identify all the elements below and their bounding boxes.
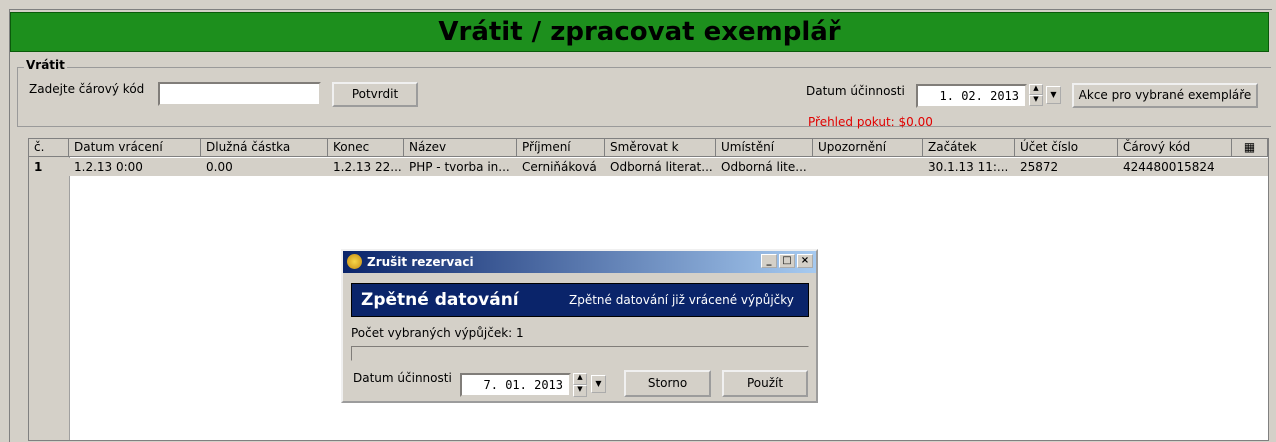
spin-up-icon[interactable]: ▲ (1029, 84, 1043, 95)
table-cell[interactable]: 30.1.13 11:... (923, 158, 1015, 176)
column-header-amount-due[interactable]: Dlužná částka (201, 139, 328, 157)
row-number-column (29, 139, 70, 440)
dialog-date-dropdown[interactable]: ▼ (591, 375, 606, 393)
column-header-number[interactable]: č. (29, 139, 69, 157)
column-header-notice[interactable]: Upozornění (813, 139, 923, 157)
column-header-route-to[interactable]: Směrovat k (605, 139, 716, 157)
dialog-date-input[interactable]: 7. 01. 2013 (460, 373, 571, 397)
column-header-account-number[interactable]: Účet číslo (1015, 139, 1118, 157)
table-cell[interactable]: 1.2.13 22... (328, 158, 404, 176)
table-cell[interactable]: 0.00 (201, 158, 328, 176)
effective-date-input[interactable]: 1. 02. 2013 (916, 84, 1027, 108)
table-cell[interactable]: 1.2.13 0:00 (69, 158, 201, 176)
table-cell[interactable] (813, 158, 923, 176)
effective-date-dropdown[interactable]: ▼ (1046, 86, 1061, 104)
banner-title: Zpětné datování (361, 290, 519, 310)
column-header-surname[interactable]: Příjmení (517, 139, 605, 157)
barcode-label: Zadejte čárový kód (29, 82, 145, 96)
effective-date-label: Datum účinnosti (806, 84, 905, 98)
table-cell[interactable]: Cerniňáková (517, 158, 605, 176)
column-chooser-icon[interactable]: ▦ (1232, 139, 1268, 157)
page-title: Vrátit / zpracovat exemplář (10, 12, 1269, 52)
spin-down-icon[interactable]: ▼ (1029, 95, 1043, 106)
barcode-input[interactable] (158, 82, 321, 106)
column-header-start[interactable]: Začátek (923, 139, 1015, 157)
dialog-banner: Zpětné datování Zpětné datování již vrác… (351, 283, 809, 317)
spin-down-icon[interactable]: ▼ (573, 385, 587, 397)
app-globe-icon (347, 254, 362, 269)
table-cell[interactable]: Odborná literat... (605, 158, 716, 176)
chevron-down-icon: ▼ (1050, 90, 1057, 99)
spin-up-icon[interactable]: ▲ (573, 373, 587, 385)
progress-bar (351, 346, 809, 361)
dialog-title-bar[interactable]: Zrušit rezervaci _ □ × (343, 251, 816, 273)
table-cell[interactable]: 424480015824 (1118, 158, 1268, 176)
cancel-button[interactable]: Storno (624, 370, 711, 397)
minimize-icon[interactable]: _ (761, 254, 777, 268)
apply-button[interactable]: Použít (722, 370, 808, 397)
cancel-reservation-dialog: Zrušit rezervaci _ □ × Zpětné datování Z… (341, 249, 818, 403)
column-header-end[interactable]: Konec (328, 139, 404, 157)
actions-button[interactable]: Akce pro vybrané exempláře (1072, 83, 1258, 108)
chevron-down-icon: ▼ (595, 379, 602, 388)
column-header-title[interactable]: Název (404, 139, 517, 157)
row-number: 1 (29, 158, 69, 176)
column-header-barcode[interactable]: Čárový kód (1118, 139, 1232, 157)
selected-count: Počet vybraných výpůjček: 1 (351, 326, 524, 340)
dialog-date-label: Datum účinnosti (353, 371, 452, 385)
table-cell[interactable]: Odborná lite... (716, 158, 813, 176)
column-header-return-date[interactable]: Datum vrácení (69, 139, 201, 157)
maximize-icon[interactable]: □ (779, 254, 795, 268)
table-cell[interactable]: 25872 (1015, 158, 1118, 176)
effective-date-spinner[interactable]: ▲ ▼ (1029, 84, 1043, 106)
table-cell[interactable]: PHP - tvorba in... (404, 158, 517, 176)
column-header-location[interactable]: Umístění (716, 139, 813, 157)
return-group-label: Vrátit (24, 58, 67, 72)
dialog-date-spinner[interactable]: ▲ ▼ (573, 373, 587, 397)
confirm-button[interactable]: Potvrdit (332, 82, 418, 107)
banner-subtitle: Zpětné datování již vrácené výpůjčky (569, 293, 794, 307)
close-icon[interactable]: × (797, 254, 813, 268)
dialog-title: Zrušit rezervaci (367, 255, 474, 269)
fines-summary: Přehled pokut: $0.00 (808, 115, 933, 129)
